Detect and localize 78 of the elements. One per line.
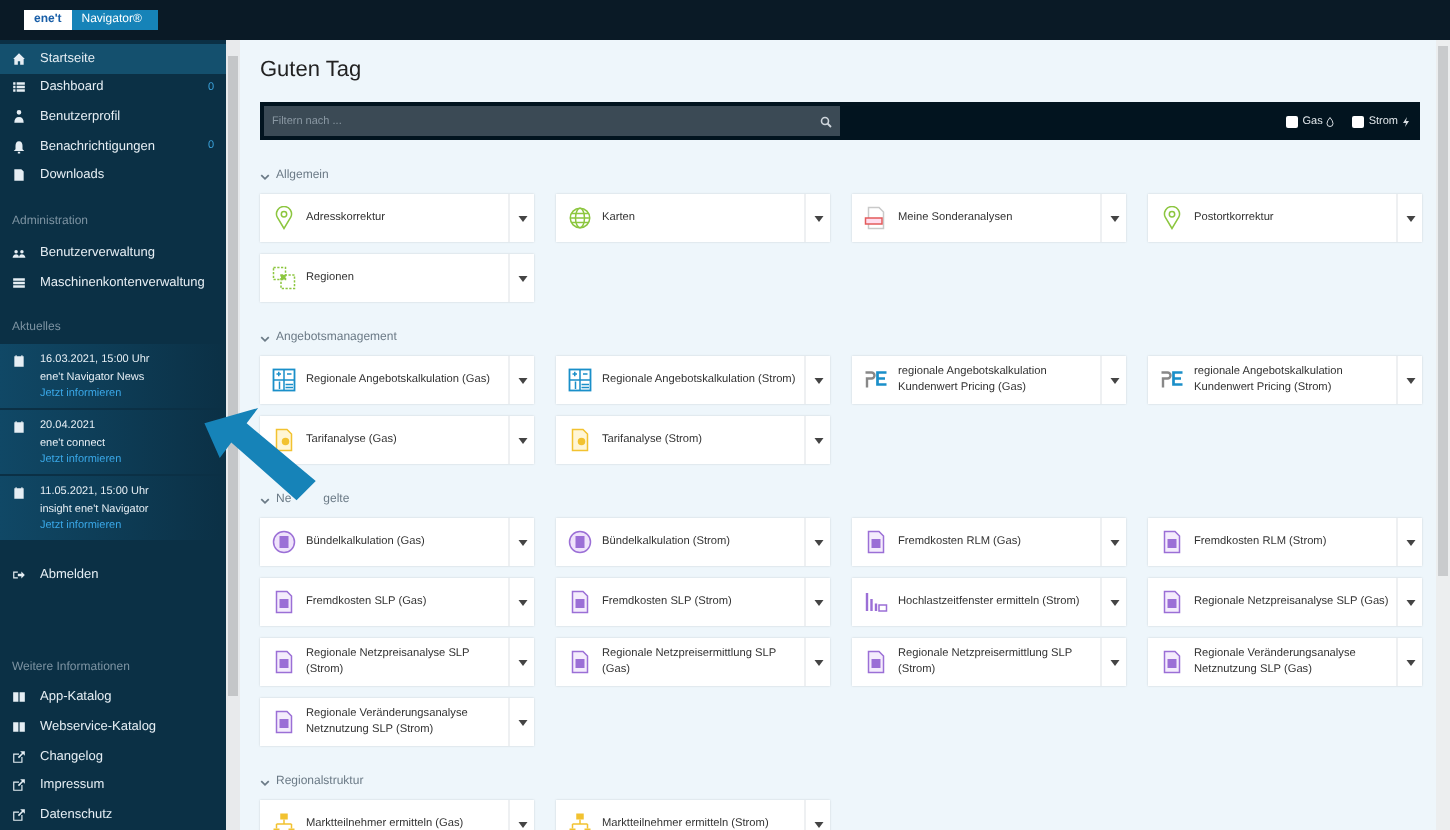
calendar-icon [12,354,26,369]
external-link-icon [12,749,26,764]
document-icon [272,590,296,614]
caret-icon [813,377,823,383]
document-icon [1160,650,1184,674]
document-icon [864,206,888,230]
caret-icon [813,821,823,827]
regions-icon [272,266,296,290]
org-chart-icon [568,812,592,830]
file-icon [12,168,26,183]
logout-icon [12,568,26,583]
lightning-icon [1402,115,1410,127]
document-icon [1160,590,1184,614]
caret-icon [813,659,823,665]
org-chart-icon [272,812,296,830]
caret-icon [1405,659,1415,665]
caret-icon [1109,659,1119,665]
bell-icon [12,139,26,154]
flame-icon [1326,115,1335,127]
search-icon [820,115,832,127]
book-icon [12,690,26,705]
caret-icon [1405,599,1415,605]
checkbox[interactable] [1286,115,1299,127]
users-icon [12,245,26,260]
caret-icon [1405,539,1415,545]
caret-icon [1109,599,1119,605]
caret-icon [813,215,823,221]
table-icon [12,275,26,290]
calendar-icon [12,486,26,501]
document-icon [864,650,888,674]
map-pin-icon [1160,206,1184,230]
caret-icon [1109,377,1119,383]
caret-icon [813,539,823,545]
scrollbar[interactable] [1436,40,1450,830]
document-icon [568,650,592,674]
pe-logo-icon [1160,368,1184,392]
pe-logo-icon [864,368,888,392]
caret-icon [813,437,823,443]
caret-icon [517,437,527,443]
page-title: Guten Tag [260,58,364,84]
caret-icon [517,215,527,221]
caret-icon [517,275,527,281]
chevron-icon[interactable] [260,171,270,181]
caret-icon [1405,215,1415,221]
caret-icon [517,539,527,545]
external-link-icon [12,808,26,823]
document-icon [272,710,296,734]
caret-icon [517,659,527,665]
caret-icon [517,719,527,725]
caret-icon [517,599,527,605]
map-pin-icon [272,206,296,230]
document-icon [1160,530,1184,554]
document-icon [568,428,592,452]
caret-icon [517,377,527,383]
user-icon [12,110,26,125]
globe-icon [568,206,592,230]
bar-chart-icon [864,590,888,614]
list-icon [12,80,26,95]
calculator-icon [272,368,296,392]
caret-icon [813,599,823,605]
home-icon [12,51,26,66]
external-link-icon [12,778,26,793]
calendar-icon [12,420,26,435]
document-icon [272,428,296,452]
document-icon [864,530,888,554]
calculator-icon [568,368,592,392]
document-icon [568,590,592,614]
chevron-icon[interactable] [260,333,270,343]
caret-icon [517,821,527,827]
caret-icon [1109,539,1119,545]
caret-icon [1109,215,1119,221]
chevron-icon[interactable] [260,495,270,505]
book-icon [12,720,26,735]
caret-icon [1405,377,1415,383]
checkbox[interactable] [1352,115,1365,127]
scrollbar[interactable] [226,40,240,830]
document-icon [272,650,296,674]
chevron-icon[interactable] [260,777,270,787]
